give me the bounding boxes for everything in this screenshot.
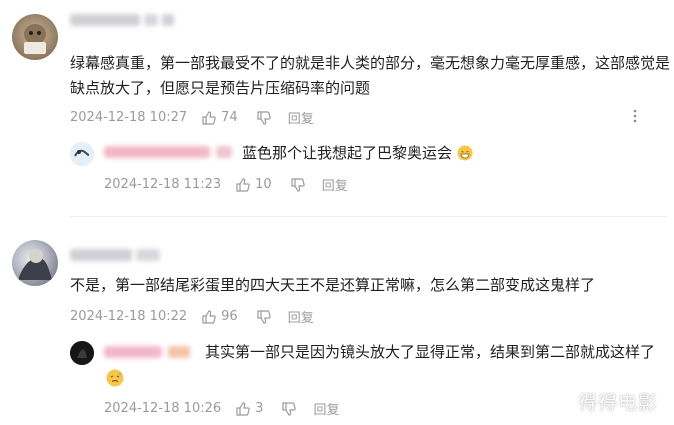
reply-username-blurred[interactable] bbox=[104, 346, 204, 360]
reply-text: 其实第一部只是因为镜头放大了显得正常，结果到第二部就成这样了 bbox=[205, 343, 656, 361]
watermark: 得得电影 bbox=[578, 392, 659, 414]
divider bbox=[70, 216, 667, 217]
grin-emoji-icon bbox=[457, 144, 473, 161]
thumbs-up-icon[interactable] bbox=[201, 110, 217, 126]
sweat-emoji-icon bbox=[106, 369, 124, 387]
reply-button[interactable]: 回复 bbox=[288, 307, 314, 326]
reply-meta: 2024-12-18 10:26 3 回复 bbox=[104, 399, 339, 418]
avatar-reply-2[interactable] bbox=[70, 341, 94, 365]
reply-date: 2024-12-18 10:26 bbox=[104, 401, 222, 416]
thumbs-down-icon[interactable] bbox=[290, 177, 306, 193]
reply-button[interactable]: 回复 bbox=[288, 108, 314, 127]
reply-meta: 2024-12-18 11:23 10 回复 bbox=[104, 175, 348, 194]
thumbs-down-icon[interactable] bbox=[256, 110, 272, 126]
more-vertical-icon[interactable] bbox=[630, 108, 640, 124]
reply-username-blurred[interactable] bbox=[104, 146, 234, 160]
avatar-reply-1[interactable] bbox=[70, 142, 94, 166]
reply-button[interactable]: 回复 bbox=[313, 399, 339, 418]
reply-date: 2024-12-18 11:23 bbox=[104, 177, 222, 192]
like-count: 10 bbox=[255, 177, 272, 192]
thumbs-up-icon[interactable] bbox=[201, 309, 217, 325]
comment-date: 2024-12-18 10:27 bbox=[70, 110, 188, 125]
comment-text: 绿幕感真重，第一部我最受不了的就是非人类的部分，毫无想象力毫无厚重感，这部感觉是… bbox=[70, 54, 671, 97]
like-count: 74 bbox=[221, 110, 238, 125]
thumbs-down-icon[interactable] bbox=[256, 309, 272, 325]
thumbs-up-icon[interactable] bbox=[235, 401, 251, 417]
comment-meta: 2024-12-18 10:22 96 回复 bbox=[70, 307, 314, 326]
reply-button[interactable]: 回复 bbox=[322, 175, 348, 194]
username-blurred[interactable] bbox=[70, 14, 174, 28]
username-blurred[interactable] bbox=[70, 249, 170, 263]
comment-meta: 2024-12-18 10:27 74 回复 bbox=[70, 108, 314, 127]
like-count: 96 bbox=[221, 309, 238, 324]
thumbs-up-icon[interactable] bbox=[235, 177, 251, 193]
thumbs-down-icon[interactable] bbox=[281, 401, 297, 417]
reply-text: 蓝色那个让我想起了巴黎奥运会 bbox=[242, 141, 473, 166]
comment-date: 2024-12-18 10:22 bbox=[70, 309, 188, 324]
comment-text: 不是，第一部结尾彩蛋里的四大天王不是还算正常嘛，怎么第二部变成这鬼样了 bbox=[70, 276, 596, 294]
like-count: 3 bbox=[255, 401, 264, 416]
avatar-user-2[interactable] bbox=[12, 240, 58, 286]
avatar-user-1[interactable] bbox=[12, 14, 58, 60]
